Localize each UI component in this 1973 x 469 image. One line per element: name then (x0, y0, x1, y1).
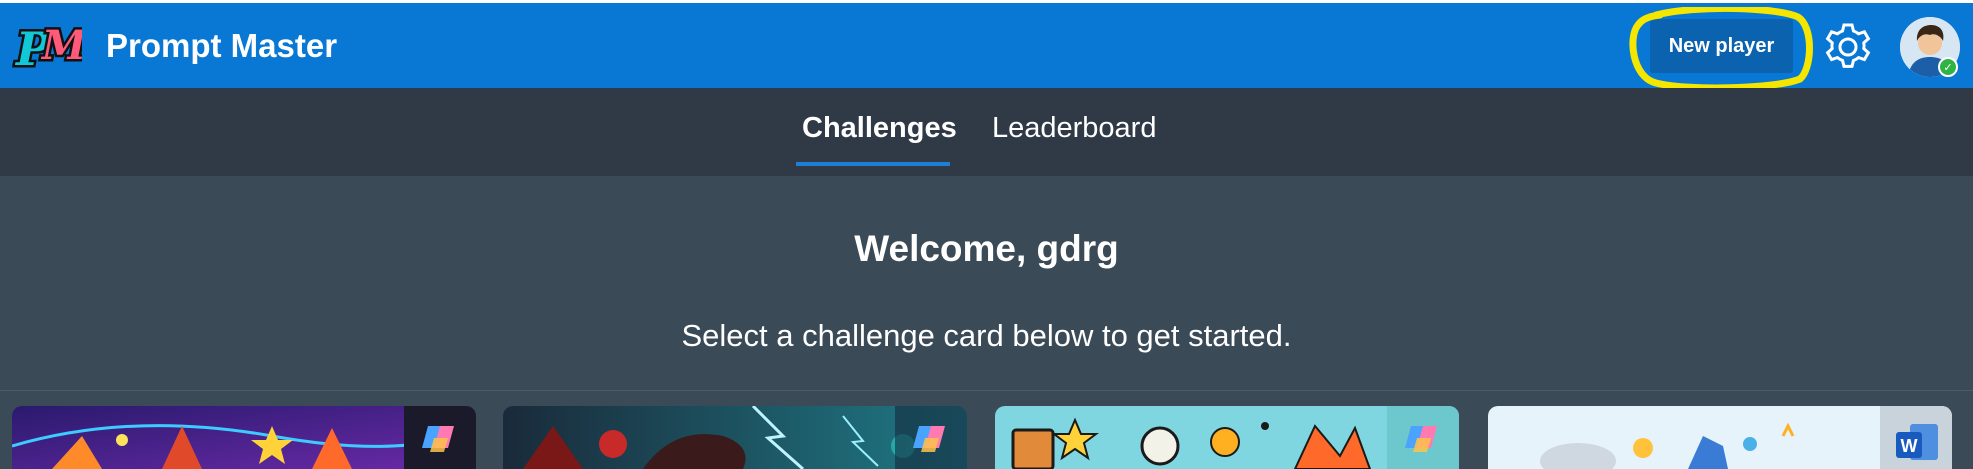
presence-available-icon: ✓ (1938, 57, 1958, 77)
copilot-icon (1387, 406, 1459, 469)
copilot-icon (404, 406, 476, 469)
highlight-annotation (1629, 7, 1813, 89)
gear-icon[interactable] (1822, 21, 1874, 73)
prompt-master-logo: P M (12, 20, 82, 79)
section-divider (0, 390, 1973, 391)
word-icon: W (1880, 406, 1952, 469)
tab-leaderboard[interactable]: Leaderboard (992, 112, 1156, 145)
instructions-text: Select a challenge card below to get sta… (681, 318, 1292, 353)
active-tab-indicator (796, 162, 950, 166)
challenge-card[interactable] (503, 406, 967, 469)
tab-challenges[interactable]: Challenges (802, 112, 957, 145)
word-icon-letter: W (1901, 436, 1918, 456)
svg-text:M: M (40, 22, 82, 69)
challenge-card[interactable]: W (1488, 406, 1952, 469)
app-title: Prompt Master (106, 27, 338, 64)
challenge-card[interactable] (995, 406, 1459, 469)
welcome-heading: Welcome, gdrg (854, 228, 1119, 269)
nav-bar: Challenges Leaderboard (0, 88, 1973, 176)
challenge-card[interactable] (12, 406, 476, 469)
copilot-icon (895, 406, 967, 469)
top-bar: P M Prompt Master New player ✓ (0, 0, 1973, 89)
